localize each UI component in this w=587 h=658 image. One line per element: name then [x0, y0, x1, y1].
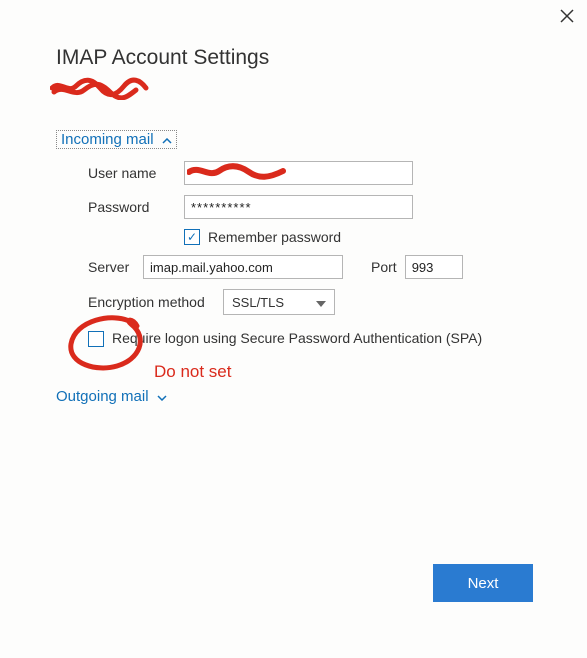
incoming-mail-toggle[interactable]: Incoming mail [56, 130, 177, 149]
password-label: Password [88, 199, 184, 215]
next-button[interactable]: Next [433, 564, 533, 602]
incoming-mail-form: User name Password Remember password Ser… [88, 161, 508, 348]
do-not-set-annotation: Do not set [154, 362, 232, 382]
page-title: IMAP Account Settings [56, 46, 269, 70]
encryption-value: SSL/TLS [232, 295, 284, 310]
incoming-mail-label: Incoming mail [61, 131, 154, 148]
username-label: User name [88, 165, 184, 181]
close-button[interactable] [557, 6, 577, 26]
password-input[interactable] [184, 195, 413, 219]
redacted-email-annotation [50, 74, 150, 100]
port-label: Port [371, 259, 397, 275]
outgoing-mail-toggle[interactable]: Outgoing mail [56, 388, 167, 405]
chevron-up-icon [162, 131, 172, 148]
port-input[interactable] [405, 255, 463, 279]
spa-label: Require logon using Secure Password Auth… [112, 329, 482, 348]
encryption-dropdown[interactable]: SSL/TLS [223, 289, 335, 315]
remember-password-checkbox[interactable] [184, 229, 200, 245]
server-input[interactable] [143, 255, 343, 279]
outgoing-mail-label: Outgoing mail [56, 388, 149, 405]
chevron-down-icon [316, 295, 326, 310]
spa-checkbox[interactable] [88, 331, 104, 347]
server-label: Server [88, 259, 143, 275]
encryption-label: Encryption method [88, 294, 223, 310]
remember-password-label: Remember password [208, 229, 341, 245]
username-input[interactable] [184, 161, 413, 185]
close-icon [560, 9, 574, 23]
chevron-down-icon [157, 388, 167, 405]
